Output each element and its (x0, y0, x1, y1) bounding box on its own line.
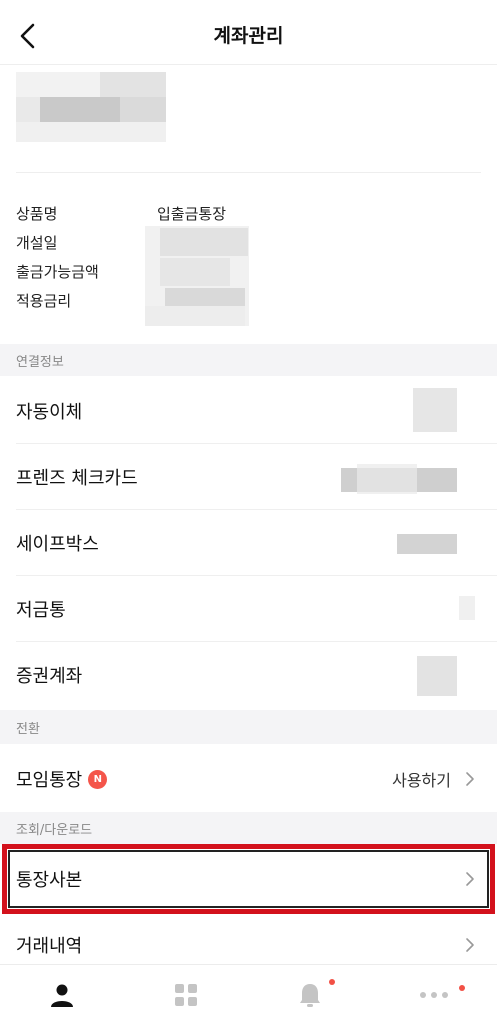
new-badge: N (88, 769, 108, 789)
row-label: 거래내역 (16, 936, 83, 957)
header-divider (0, 64, 497, 65)
row-label: 자동이체 (16, 402, 83, 423)
row-label: 저금통 (16, 600, 66, 621)
section-header-switch: 전환 (0, 710, 497, 744)
tab-profile[interactable] (0, 965, 124, 1024)
group-account-action[interactable]: 사용하기 (392, 746, 479, 812)
app-header: 계좌관리 (0, 0, 497, 72)
label-open-date: 개설일 (16, 234, 58, 252)
chevron-right-icon (466, 872, 474, 886)
grid-icon (175, 984, 197, 1006)
row-label: 통장사본 (16, 870, 83, 891)
person-icon (51, 984, 73, 1007)
row-piggy-bank[interactable]: 저금통 (0, 576, 497, 642)
row-label: 프렌즈 체크카드 (16, 468, 138, 489)
bankbook-copy-chevron (451, 846, 479, 912)
row-auto-transfer[interactable]: 자동이체 (0, 378, 497, 444)
chevron-right-icon (466, 938, 474, 952)
page-title: 계좌관리 (213, 25, 284, 47)
row-label: 세이프박스 (16, 534, 99, 555)
row-friends-check-card[interactable]: 프렌즈 체크카드 (0, 444, 497, 510)
row-group-account[interactable]: 모임통장 N 사용하기 (0, 746, 497, 812)
use-label: 사용하기 (392, 771, 451, 790)
section-header-inquiry: 조회/다운로드 (0, 812, 497, 844)
notification-dot (329, 979, 335, 985)
bottom-tab-bar (0, 964, 497, 1024)
tab-more[interactable] (372, 965, 496, 1024)
chevron-right-icon (466, 772, 474, 786)
row-bankbook-copy[interactable]: 통장사본 (0, 846, 497, 912)
tab-menu-grid[interactable] (124, 965, 248, 1024)
value-product-name: 입출금통장 (157, 205, 227, 223)
more-dot (459, 985, 465, 991)
info-divider (16, 172, 481, 173)
label-withdrawable-amount: 출금가능금액 (16, 263, 99, 281)
row-label: 증권계좌 (16, 666, 83, 687)
more-dots-icon (420, 992, 448, 998)
section-header-linked: 연결정보 (0, 344, 497, 376)
row-safe-box[interactable]: 세이프박스 (0, 510, 497, 576)
tab-notifications[interactable] (248, 965, 372, 1024)
label-product-name: 상품명 (16, 205, 58, 223)
row-securities-account[interactable]: 증권계좌 (0, 642, 497, 708)
bell-icon (300, 984, 320, 1007)
row-label: 모임통장 (16, 770, 83, 791)
label-interest-rate: 적용금리 (16, 292, 72, 310)
